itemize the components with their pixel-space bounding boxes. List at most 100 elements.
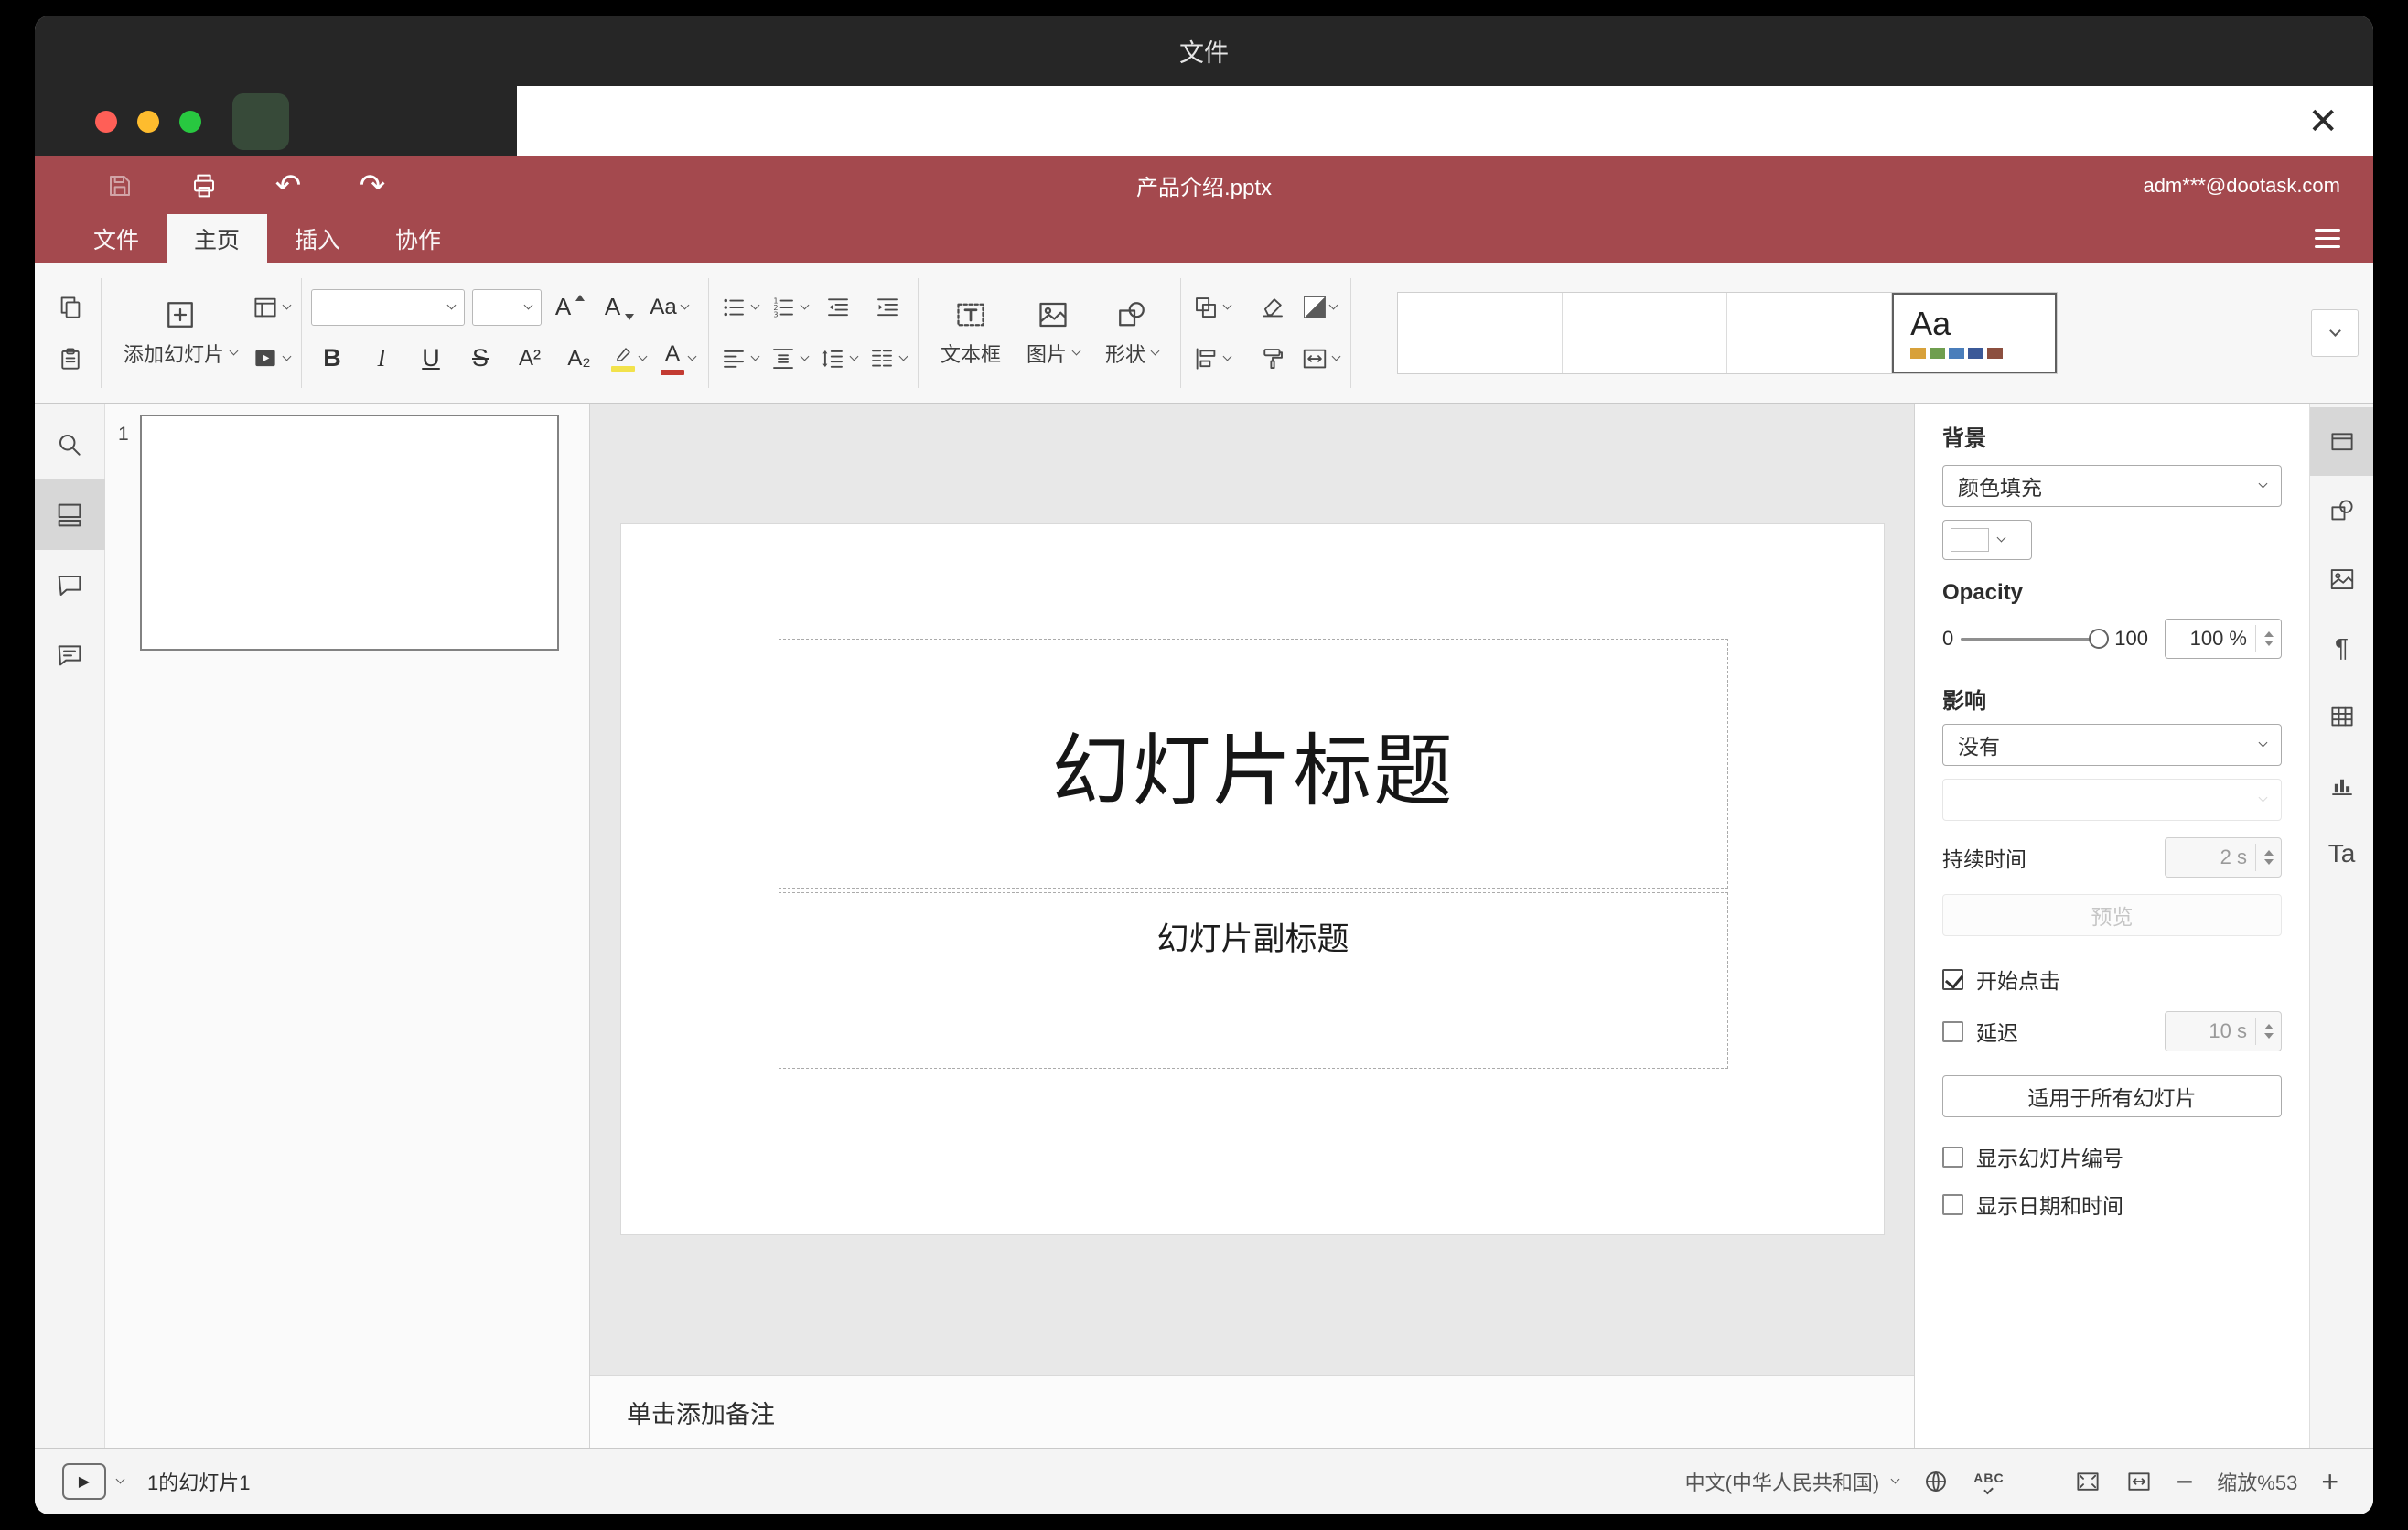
table-settings-tab[interactable] [2310, 682, 2374, 750]
decrease-font-button[interactable]: A [598, 287, 640, 328]
slides-panel-button[interactable] [35, 479, 105, 550]
theme-option-selected[interactable]: Aa [1892, 292, 2058, 373]
copy-style-button[interactable] [1252, 339, 1294, 379]
paragraph-settings-tab[interactable]: ¶ [2310, 613, 2374, 682]
image-settings-tab[interactable] [2310, 544, 2374, 613]
start-slideshow-status-button[interactable]: ▶ [62, 1463, 106, 1500]
insert-shape-button[interactable]: 形状 [1092, 275, 1171, 392]
spellcheck-button[interactable]: ABC [1973, 1471, 2004, 1494]
background-fill-select[interactable]: 颜色填充 [1942, 465, 2282, 507]
vertical-align-button[interactable] [768, 339, 810, 379]
underline-button[interactable]: U [410, 339, 452, 379]
insert-textbox-button[interactable]: 文本框 [928, 275, 1014, 392]
highlight-color-button[interactable] [607, 339, 650, 379]
add-slide-button[interactable]: 添加幻灯片 [111, 275, 250, 392]
account-label[interactable]: adm***@dootask.com [2143, 174, 2373, 198]
tab-home[interactable]: 主页 [167, 214, 268, 263]
checkbox-icon[interactable] [1942, 1146, 1963, 1168]
decrease-indent-button[interactable] [817, 287, 859, 328]
textart-settings-tab[interactable]: Ta [2310, 819, 2374, 888]
font-name-select[interactable] [311, 288, 466, 326]
slide-layout-button[interactable] [250, 287, 292, 328]
increase-indent-button[interactable] [866, 287, 908, 328]
slide-size-button[interactable] [1299, 339, 1341, 379]
slide-surface[interactable]: 幻灯片标题 幻灯片副标题 [620, 524, 1884, 1234]
tab-file[interactable]: 文件 [66, 214, 167, 263]
stepper-icon[interactable] [2255, 625, 2274, 652]
chevron-down-icon[interactable] [115, 1474, 125, 1484]
show-slide-number-checkbox[interactable]: 显示幻灯片编号 [1942, 1141, 2282, 1172]
fit-width-button[interactable] [2125, 1468, 2153, 1495]
slide-fill-color-button[interactable] [1299, 287, 1341, 328]
line-spacing-button[interactable] [817, 339, 859, 379]
clear-style-button[interactable] [1252, 287, 1294, 328]
columns-button[interactable] [866, 339, 908, 379]
undo-button[interactable]: ↶ [267, 166, 309, 206]
paste-button[interactable] [49, 339, 91, 379]
insert-image-button[interactable]: 图片 [1014, 275, 1092, 392]
slide-settings-tab[interactable] [2309, 407, 2373, 476]
duration-input[interactable]: 2 s [2165, 837, 2282, 878]
checkbox-icon[interactable] [1942, 1020, 1963, 1042]
close-traffic-light[interactable] [95, 110, 117, 133]
stepper-icon[interactable] [2255, 1018, 2274, 1045]
stepper-icon[interactable] [2255, 844, 2274, 871]
transition-effect-select[interactable]: 没有 [1942, 724, 2282, 766]
search-button[interactable] [35, 409, 105, 479]
shape-settings-tab[interactable] [2310, 476, 2374, 544]
save-button[interactable] [99, 166, 141, 206]
superscript-button[interactable]: A² [509, 339, 551, 379]
slider-knob[interactable] [2089, 629, 2110, 649]
copy-button[interactable] [49, 287, 91, 328]
chart-settings-tab[interactable] [2310, 750, 2374, 819]
strikethrough-button[interactable]: S [459, 339, 501, 379]
transition-variant-select[interactable] [1942, 779, 2282, 821]
minimize-traffic-light[interactable] [137, 110, 159, 133]
subscript-button[interactable]: A₂ [558, 339, 600, 379]
apply-to-all-slides-button[interactable]: 适用于所有幻灯片 [1942, 1075, 2282, 1117]
horizontal-align-button[interactable] [718, 339, 760, 379]
zoom-in-button[interactable]: + [2321, 1467, 2338, 1496]
slide-thumbnail[interactable] [140, 415, 559, 651]
font-size-select[interactable] [472, 288, 543, 326]
preview-button[interactable]: 预览 [1942, 894, 2282, 936]
user-avatar[interactable] [232, 92, 289, 150]
tab-collaboration[interactable]: 协作 [368, 214, 468, 263]
fit-slide-button[interactable] [2074, 1468, 2102, 1495]
slide-title-placeholder[interactable]: 幻灯片标题 [778, 639, 1728, 889]
increase-font-button[interactable]: A [549, 287, 591, 328]
font-color-button[interactable]: A [657, 339, 699, 379]
slide-subtitle-placeholder[interactable]: 幻灯片副标题 [778, 892, 1728, 1069]
chevron-down-icon[interactable] [1890, 1474, 1900, 1484]
fullscreen-traffic-light[interactable] [179, 110, 201, 133]
arrange-shape-button[interactable] [1190, 287, 1232, 328]
theme-option[interactable] [1398, 292, 1564, 373]
menu-hamburger-icon[interactable] [2315, 214, 2373, 263]
print-button[interactable] [183, 166, 225, 206]
start-slideshow-button[interactable] [250, 339, 292, 379]
start-on-click-checkbox[interactable]: 开始点击 [1942, 964, 2282, 995]
close-icon[interactable]: ✕ [2307, 103, 2338, 140]
delay-checkbox[interactable]: 延迟 [1942, 1016, 2018, 1047]
comments-button[interactable] [35, 550, 105, 620]
delay-input[interactable]: 10 s [2165, 1011, 2282, 1051]
checkbox-icon[interactable] [1942, 1193, 1963, 1215]
notes-area[interactable]: 单击添加备注 [590, 1375, 1914, 1448]
language-selector[interactable]: 中文(中华人民共和国) [1685, 1467, 1880, 1496]
bullet-list-button[interactable] [718, 287, 760, 328]
redo-button[interactable]: ↷ [351, 166, 393, 206]
editing-canvas[interactable]: 幻灯片标题 幻灯片副标题 [590, 404, 1914, 1375]
opacity-input[interactable]: 100 % [2165, 619, 2282, 659]
bold-button[interactable]: B [311, 339, 353, 379]
chat-button[interactable] [35, 620, 105, 691]
theme-option[interactable] [1563, 292, 1728, 373]
italic-button[interactable]: I [360, 339, 403, 379]
tab-insert[interactable]: 插入 [267, 214, 368, 263]
theme-option[interactable] [1727, 292, 1893, 373]
background-color-select[interactable] [1942, 520, 2032, 560]
change-case-button[interactable]: Aa [648, 287, 690, 328]
show-date-time-checkbox[interactable]: 显示日期和时间 [1942, 1189, 2282, 1220]
zoom-out-button[interactable]: − [2177, 1467, 2194, 1496]
align-shape-button[interactable] [1190, 339, 1232, 379]
numbered-list-button[interactable]: 123 [768, 287, 810, 328]
